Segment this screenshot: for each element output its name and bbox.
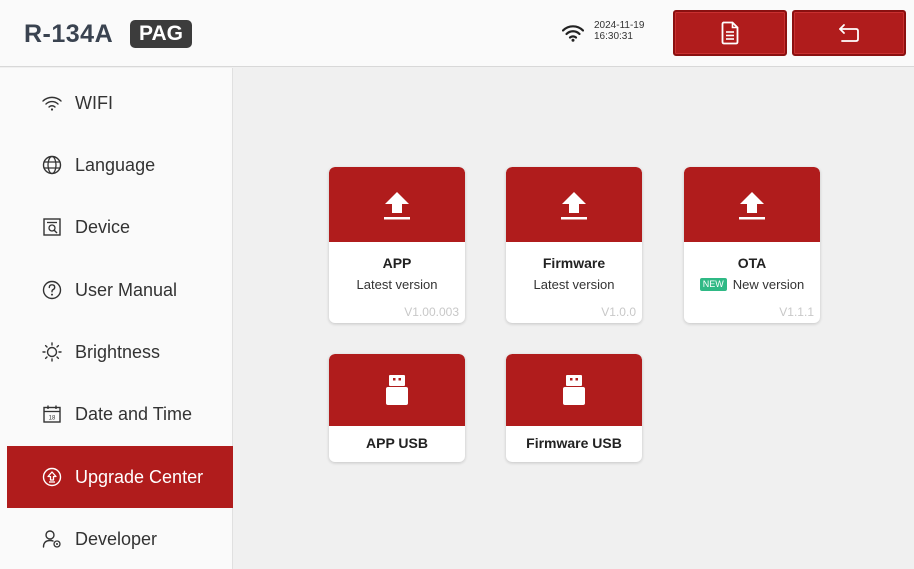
return-icon xyxy=(839,24,859,42)
version-label: V1.0.0 xyxy=(601,305,636,319)
upload-icon xyxy=(739,191,765,219)
card-title: APP xyxy=(382,255,412,271)
document-icon xyxy=(721,21,739,45)
sidebar-item-label: WIFI xyxy=(75,92,113,113)
wifi-icon xyxy=(42,93,62,113)
help-icon xyxy=(42,280,62,300)
upload-button[interactable] xyxy=(329,167,465,242)
upgrade-card-firmware[interactable]: Firmware Latest version V1.0.0 xyxy=(506,167,642,323)
sidebar-item-developer[interactable]: Developer xyxy=(7,508,233,569)
card-title: OTA xyxy=(737,255,767,271)
card-title: Firmware xyxy=(542,255,606,271)
usb-upgrade-button[interactable] xyxy=(329,354,465,426)
back-button[interactable] xyxy=(792,10,906,56)
page-title: R-134A xyxy=(24,20,114,48)
sidebar-item-device[interactable]: Device xyxy=(7,196,233,258)
usb-drive-icon xyxy=(563,375,585,405)
sidebar-item-label: Brightness xyxy=(75,341,161,362)
upload-icon xyxy=(561,191,587,219)
card-status: Latest version xyxy=(506,277,642,292)
device-icon xyxy=(42,217,62,237)
status-date: 2024-11-19 xyxy=(594,20,645,31)
sidebar-item-label: User Manual xyxy=(75,279,178,300)
settings-sidebar: WIFI Language Device User Manual Brightn… xyxy=(0,68,233,569)
upload-icon xyxy=(384,191,410,219)
card-title: Firmware USB xyxy=(526,435,622,451)
refrigerant-oil-badge: PAG xyxy=(130,20,192,48)
upload-button[interactable] xyxy=(684,167,820,242)
wifi-status-icon xyxy=(562,25,584,42)
usb-upgrade-button[interactable] xyxy=(506,354,642,426)
report-button[interactable] xyxy=(673,10,787,56)
header-bar: R-134A PAG 2024-11-19 16:30:31 xyxy=(0,0,914,67)
usb-drive-icon xyxy=(386,375,408,405)
sidebar-item-language[interactable]: Language xyxy=(7,134,233,196)
upgrade-card-firmware-usb[interactable]: Firmware USB xyxy=(506,354,642,462)
sidebar-item-label: Date and Time xyxy=(75,403,193,424)
upgrade-card-app-usb[interactable]: APP USB xyxy=(329,354,465,462)
new-badge: NEW xyxy=(699,278,727,291)
globe-icon xyxy=(42,155,62,175)
card-title: APP USB xyxy=(366,435,428,451)
sidebar-item-upgrade-center[interactable]: Upgrade Center xyxy=(7,446,233,508)
svg-text:18: 18 xyxy=(49,416,56,422)
status-time: 16:30:31 xyxy=(594,31,633,42)
sidebar-item-label: Device xyxy=(75,216,131,237)
sidebar-item-user-manual[interactable]: User Manual xyxy=(7,259,233,321)
version-label: V1.00.003 xyxy=(404,305,459,319)
sidebar-item-label: Language xyxy=(75,154,156,175)
upgrade-icon xyxy=(42,467,62,487)
upload-button[interactable] xyxy=(506,167,642,242)
sidebar-item-date-and-time[interactable]: 18 Date and Time xyxy=(7,383,233,445)
status-text: Latest version xyxy=(533,277,615,292)
sidebar-item-label: Upgrade Center xyxy=(75,466,204,487)
developer-icon xyxy=(42,529,62,549)
sidebar-item-label: Developer xyxy=(75,528,158,549)
upgrade-card-ota[interactable]: OTA NEW New version V1.1.1 xyxy=(684,167,820,323)
version-label: V1.1.1 xyxy=(779,305,814,319)
status-datetime: 2024-11-19 16:30:31 xyxy=(594,20,644,42)
status-text: Latest version xyxy=(356,277,438,292)
upgrade-card-app[interactable]: APP Latest version V1.00.003 xyxy=(329,167,465,323)
calendar-icon: 18 xyxy=(42,404,62,424)
sidebar-item-brightness[interactable]: Brightness xyxy=(7,321,233,383)
card-status: Latest version xyxy=(329,277,465,292)
sidebar-item-wifi[interactable]: WIFI xyxy=(7,72,233,134)
card-status: NEW New version xyxy=(684,277,820,292)
sun-icon xyxy=(42,342,62,362)
status-text: New version xyxy=(732,277,805,292)
